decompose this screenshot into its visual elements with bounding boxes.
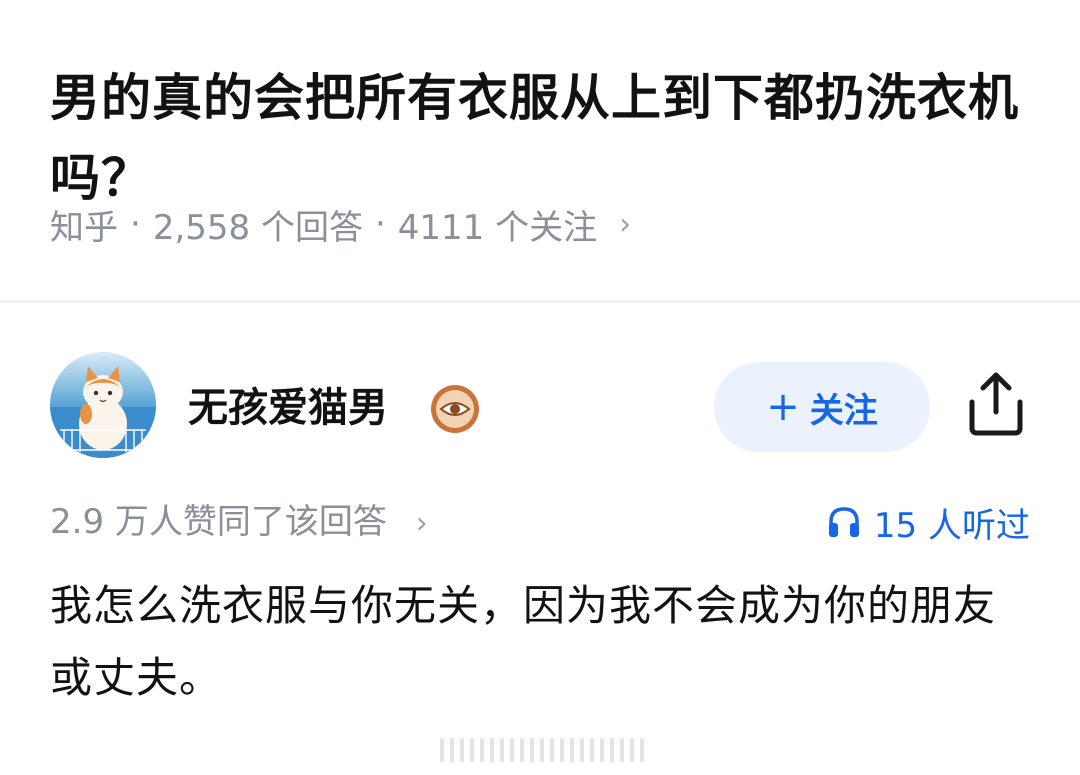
answers-count: 2,558 个回答 [152,207,363,248]
stats-row: 2.9 万人赞同了该回答 › 15 人听过 [50,494,1030,550]
meta-separator: · [130,204,141,244]
upvote-summary[interactable]: 2.9 万人赞同了该回答 › [50,494,428,552]
question-title[interactable]: 男的真的会把所有衣服从上到下都扔洗衣机吗？ [50,58,1040,218]
question-meta[interactable]: 知乎 · 2,558 个回答 · 4111 个关注 › [50,196,631,252]
plus-icon: + [766,384,800,430]
eye-badge-icon [431,385,479,433]
source-label: 知乎 [50,207,118,248]
author-row: 无孩爱猫男 + 关注 [0,340,1080,480]
chevron-right-icon: › [619,206,632,242]
share-icon[interactable] [964,370,1028,438]
meta-separator: · [374,204,386,244]
author-name[interactable]: 无孩爱猫男 [188,380,388,436]
answer-content[interactable]: 我怎么洗衣服与你无关，因为我不会成为你的朋友或丈夫。 [50,570,1035,714]
followers-count: 4111 个关注 [397,207,598,248]
author-avatar[interactable] [50,352,156,458]
loading-placeholder [440,738,650,762]
chevron-right-icon: › [415,506,428,541]
listened-text: 15 人听过 [873,505,1030,546]
section-divider [0,300,1080,303]
upvote-count-text: 2.9 万人赞同了该回答 [50,502,387,542]
follow-button[interactable]: + 关注 [714,362,930,452]
follow-label: 关注 [809,390,878,431]
cat-avatar-icon [50,352,156,458]
headphones-icon [828,507,859,537]
listened-count[interactable]: 15 人听过 [826,494,1030,550]
